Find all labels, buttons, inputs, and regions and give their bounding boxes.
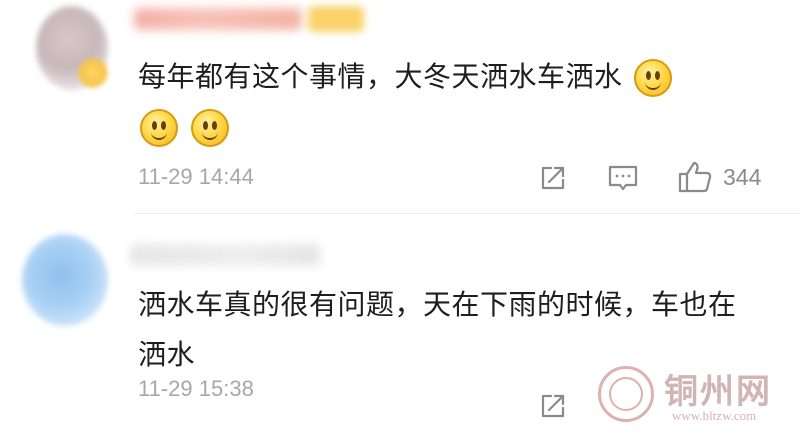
username-blurred[interactable]	[134, 8, 302, 30]
smile-emoji-icon	[140, 109, 178, 147]
smile-emoji-icon	[633, 59, 672, 97]
watermark-seal-icon	[598, 366, 654, 422]
thumbs-up-icon	[678, 161, 712, 193]
watermark-url: www.bltzw.com	[672, 408, 757, 423]
like-count: 344	[723, 163, 762, 190]
avatar-badge-icon	[78, 58, 108, 88]
like-button[interactable]: 344	[677, 160, 761, 194]
comment-icon	[608, 165, 638, 191]
comment-text: 每年都有这个事情，大冬天洒水车洒水	[138, 52, 760, 152]
comment-body: 每年都有这个事情，大冬天洒水车洒水	[138, 60, 623, 93]
comment-timestamp: 11-29 14:44	[138, 164, 254, 189]
site-watermark: 铜州网 www.bltzw.com	[594, 360, 800, 436]
comment-timestamp: 11-29 15:38	[138, 376, 254, 401]
comment-item: 每年都有这个事情，大冬天洒水车洒水 11-29 14:44 344	[0, 0, 800, 214]
share-button[interactable]	[537, 162, 569, 194]
vip-badge-icon	[308, 6, 364, 32]
reply-button[interactable]	[606, 162, 640, 194]
share-icon	[541, 394, 565, 418]
username-blurred[interactable]	[130, 244, 320, 266]
watermark-title: 铜州网	[664, 372, 772, 412]
share-icon	[541, 166, 565, 190]
smile-emoji-icon	[191, 109, 230, 147]
avatar[interactable]	[22, 234, 108, 326]
share-button[interactable]	[537, 390, 569, 422]
